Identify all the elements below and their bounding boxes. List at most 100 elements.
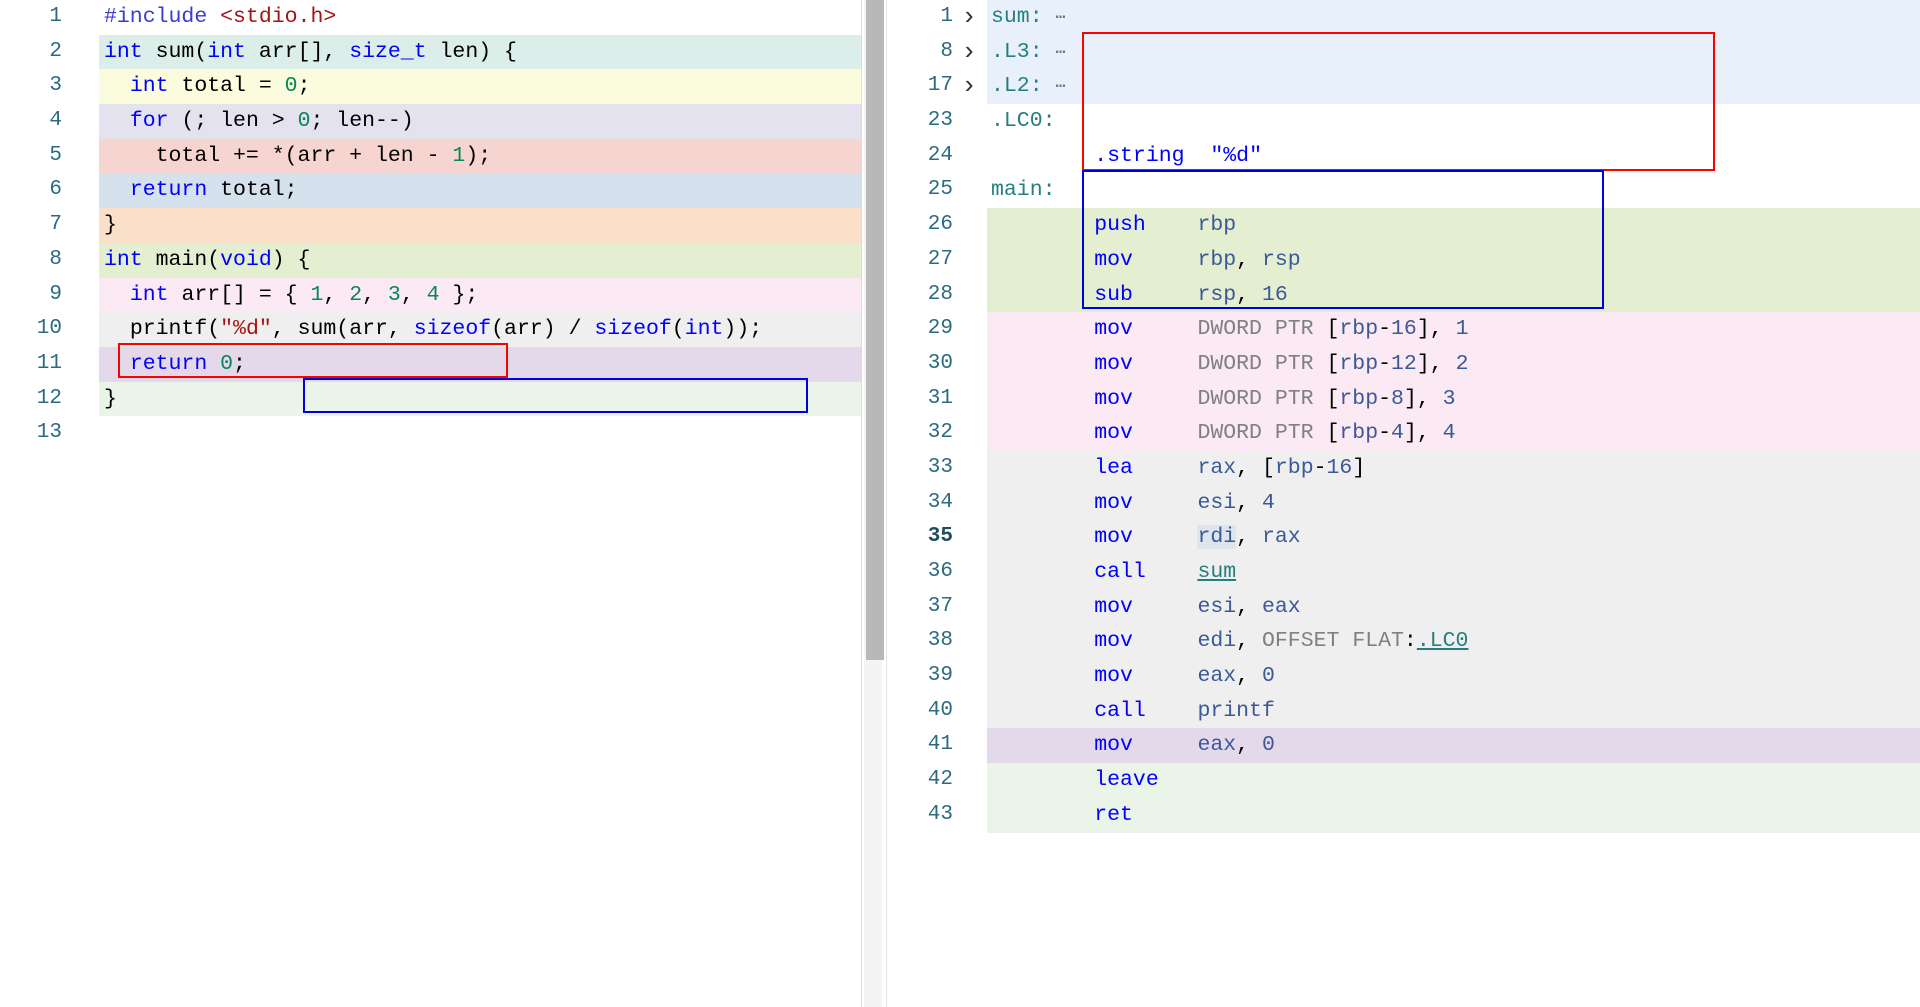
asm-line[interactable]: 29 mov DWORD PTR [rbp-16], 1 xyxy=(887,312,1920,347)
asm-line-highlight xyxy=(987,173,1920,209)
chevron-right-icon[interactable]: › xyxy=(957,35,981,70)
asm-line-text[interactable]: sub rsp, 16 xyxy=(987,278,1288,313)
asm-line[interactable]: 32 mov DWORD PTR [rbp-4], 4 xyxy=(887,416,1920,451)
asm-line-number: 42 xyxy=(927,768,953,792)
asm-line-text[interactable]: lea rax, [rbp-16] xyxy=(987,451,1365,486)
source-line-text[interactable]: int total = 0; xyxy=(99,69,311,104)
asm-line[interactable]: 43 ret xyxy=(887,797,1920,833)
source-line-text[interactable]: return total; xyxy=(99,173,298,208)
source-line-number: 4 xyxy=(49,109,62,133)
asm-line[interactable]: 35 mov rdi, rax xyxy=(887,520,1920,555)
source-line-number: 10 xyxy=(36,317,62,341)
asm-line[interactable]: 41 mov eax, 0 xyxy=(887,728,1920,764)
source-line[interactable]: 13 xyxy=(0,416,861,451)
compiler-explorer-window: 1 #include <stdio.h> 2 int sum(int arr[], s… xyxy=(0,0,1920,1007)
asm-line-text[interactable]: mov edi, OFFSET FLAT:.LC0 xyxy=(987,624,1468,659)
chevron-right-icon[interactable]: › xyxy=(957,0,981,35)
asm-line[interactable]: 30 mov DWORD PTR [rbp-12], 2 xyxy=(887,346,1920,382)
pane-splitter[interactable] xyxy=(862,0,886,1007)
asm-line[interactable]: 36 call sum xyxy=(887,555,1920,590)
source-line[interactable]: 3 int total = 0; xyxy=(0,69,861,105)
source-line[interactable]: 12} xyxy=(0,381,861,417)
source-vertical-scrollbar-thumb[interactable] xyxy=(866,0,884,660)
asm-line[interactable]: 28 sub rsp, 16 xyxy=(887,277,1920,313)
assembly-output-pane[interactable]: 1 › sum: ⋯ 8 › .L3: ⋯ 17 › .L2: ⋯ 23 .LC0: 24 .stri… xyxy=(886,0,1920,1007)
source-line-text[interactable]: total += *(arr + len - 1); xyxy=(99,139,492,174)
asm-line-text[interactable]: mov esi, 4 xyxy=(987,486,1275,521)
source-line[interactable]: 6 return total; xyxy=(0,173,861,209)
asm-line-text[interactable]: leave xyxy=(987,763,1197,798)
asm-line-text[interactable]: mov rdi, rax xyxy=(987,520,1301,555)
asm-line-number: 27 xyxy=(927,247,953,271)
asm-line[interactable]: 42 leave xyxy=(887,763,1920,798)
source-line-text[interactable]: #include <stdio.h> xyxy=(99,0,336,35)
asm-line[interactable]: 1 › sum: ⋯ xyxy=(887,0,1920,35)
asm-line-number: 30 xyxy=(927,351,953,375)
asm-line[interactable]: 24 .string "%d" xyxy=(887,138,1920,174)
source-vertical-scrollbar-track[interactable] xyxy=(864,0,884,1007)
asm-line-highlight xyxy=(987,104,1920,139)
source-line[interactable]: 8 int main(void) { xyxy=(0,242,861,278)
asm-line-text[interactable]: .L2: ⋯ xyxy=(987,69,1067,104)
asm-line-number: 36 xyxy=(927,560,953,583)
source-line[interactable]: 7} xyxy=(0,208,861,243)
source-line-number: 6 xyxy=(49,178,62,202)
asm-line-text[interactable]: mov eax, 0 xyxy=(987,728,1275,763)
source-line[interactable]: 11 return 0; xyxy=(0,346,861,382)
asm-line[interactable]: 31 mov DWORD PTR [rbp-8], 3 xyxy=(887,381,1920,417)
asm-line[interactable]: 17 › .L2: ⋯ xyxy=(887,69,1920,105)
source-line-text[interactable]: int arr[] = { 1, 2, 3, 4 }; xyxy=(99,278,478,313)
asm-line-text[interactable]: sum: ⋯ xyxy=(987,0,1067,35)
asm-line[interactable]: 39 mov eax, 0 xyxy=(887,659,1920,694)
source-line[interactable]: 9 int arr[] = { 1, 2, 3, 4 }; xyxy=(0,277,861,313)
asm-line-text[interactable]: ret xyxy=(987,798,1197,833)
source-line-text[interactable]: } xyxy=(99,382,117,417)
source-line-text[interactable]: int sum(int arr[], size_t len) { xyxy=(99,35,517,70)
asm-line[interactable]: 38 mov edi, OFFSET FLAT:.LC0 xyxy=(887,624,1920,660)
asm-line[interactable]: 26 push rbp xyxy=(887,208,1920,243)
asm-line[interactable]: 27 mov rbp, rsp xyxy=(887,242,1920,278)
source-line-text[interactable]: printf("%d", sum(arr, sizeof(arr) / size… xyxy=(99,312,762,347)
source-line-number: 12 xyxy=(36,386,62,410)
asm-line-text[interactable]: mov eax, 0 xyxy=(987,659,1275,694)
source-line[interactable]: 5 total += *(arr + len - 1); xyxy=(0,138,861,174)
source-line-text[interactable]: return 0; xyxy=(99,347,246,382)
source-line[interactable]: 1 #include <stdio.h> xyxy=(0,0,861,35)
chevron-right-icon[interactable]: › xyxy=(957,69,981,104)
asm-line-number: 37 xyxy=(927,594,953,618)
asm-line[interactable]: 33 lea rax, [rbp-16] xyxy=(887,450,1920,486)
asm-line-text[interactable]: mov DWORD PTR [rbp-12], 2 xyxy=(987,347,1468,382)
source-line[interactable]: 4 for (; len > 0; len--) xyxy=(0,104,861,139)
source-line[interactable]: 2 int sum(int arr[], size_t len) { xyxy=(0,34,861,70)
asm-line-text[interactable]: mov DWORD PTR [rbp-16], 1 xyxy=(987,312,1468,347)
asm-line-text[interactable]: mov rbp, rsp xyxy=(987,243,1300,278)
asm-line-text[interactable]: mov esi, eax xyxy=(987,590,1300,625)
source-line-text[interactable]: int main(void) { xyxy=(99,243,310,278)
source-line-text[interactable] xyxy=(99,416,104,451)
asm-line-text[interactable]: main: xyxy=(987,173,1056,208)
source-line-number: 7 xyxy=(49,213,62,237)
asm-line[interactable]: 23 .LC0: xyxy=(887,104,1920,139)
asm-line-text[interactable]: mov DWORD PTR [rbp-8], 3 xyxy=(987,382,1455,417)
source-line[interactable]: 10 printf("%d", sum(arr, sizeof(arr) / s… xyxy=(0,312,861,347)
asm-line-text[interactable]: .string "%d" xyxy=(987,139,1262,174)
asm-line-text[interactable]: call printf xyxy=(987,694,1275,729)
asm-line[interactable]: 37 mov esi, eax xyxy=(887,589,1920,625)
source-line-text[interactable]: for (; len > 0; len--) xyxy=(99,104,414,139)
asm-line[interactable]: 8 › .L3: ⋯ xyxy=(887,34,1920,70)
asm-line-text[interactable]: .LC0: xyxy=(987,104,1056,139)
asm-line-highlight xyxy=(987,34,1920,70)
asm-line-highlight xyxy=(987,0,1920,35)
asm-line-text[interactable]: push rbp xyxy=(987,208,1236,243)
asm-line-text[interactable]: call sum xyxy=(987,555,1236,590)
asm-line-number: 17 xyxy=(927,74,953,98)
source-code-editor[interactable]: 1 #include <stdio.h> 2 int sum(int arr[], s… xyxy=(0,0,862,1007)
asm-line[interactable]: 34 mov esi, 4 xyxy=(887,485,1920,521)
asm-line-number: 25 xyxy=(927,178,953,202)
asm-line-text[interactable]: .L3: ⋯ xyxy=(987,35,1067,70)
source-line-text[interactable]: } xyxy=(99,208,117,243)
asm-line[interactable]: 25 main: xyxy=(887,173,1920,209)
asm-line-text[interactable]: mov DWORD PTR [rbp-4], 4 xyxy=(987,416,1455,451)
asm-line-number: 39 xyxy=(927,664,953,688)
asm-line[interactable]: 40 call printf xyxy=(887,693,1920,729)
